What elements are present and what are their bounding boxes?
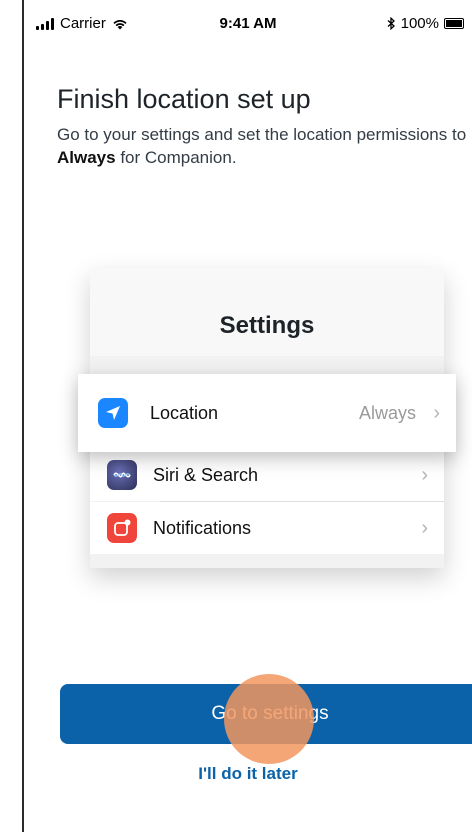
settings-title: Settings xyxy=(219,312,315,339)
location-label: Location xyxy=(150,402,219,423)
bluetooth-icon xyxy=(387,17,395,30)
siri-label: Siri & Search xyxy=(153,464,259,485)
do-it-later-link[interactable]: I'll do it later xyxy=(24,764,472,784)
subtitle-emphasis: Always xyxy=(57,148,116,167)
phone-screen: Carrier 9:41 AM 100% Finish location set… xyxy=(22,0,472,832)
chevron-right-icon: › xyxy=(421,463,428,486)
subtitle-text: Go to your settings and set the location… xyxy=(57,125,467,144)
status-right: 100% xyxy=(387,15,464,32)
location-value: Always xyxy=(358,402,416,423)
status-bar: Carrier 9:41 AM 100% xyxy=(24,0,472,50)
settings-header: Settings xyxy=(90,268,444,356)
notifications-icon xyxy=(107,513,137,543)
location-arrow-icon xyxy=(98,398,128,428)
notifications-label: Notifications xyxy=(153,517,252,538)
go-to-settings-button[interactable]: Go to settings xyxy=(60,684,472,744)
settings-row-location: Location Always › xyxy=(78,374,456,452)
settings-row-siri: Siri & Search › xyxy=(90,449,444,501)
battery-icon xyxy=(444,18,464,29)
siri-icon xyxy=(107,460,137,490)
settings-row-notifications: Notifications › xyxy=(90,502,444,554)
page-title: Finish location set up xyxy=(57,84,311,114)
chevron-right-icon: › xyxy=(433,401,440,424)
battery-percent: 100% xyxy=(400,15,439,32)
chevron-right-icon: › xyxy=(421,516,428,539)
page-subtitle: Go to your settings and set the location… xyxy=(57,123,467,169)
subtitle-text-end: for Companion. xyxy=(115,148,237,167)
